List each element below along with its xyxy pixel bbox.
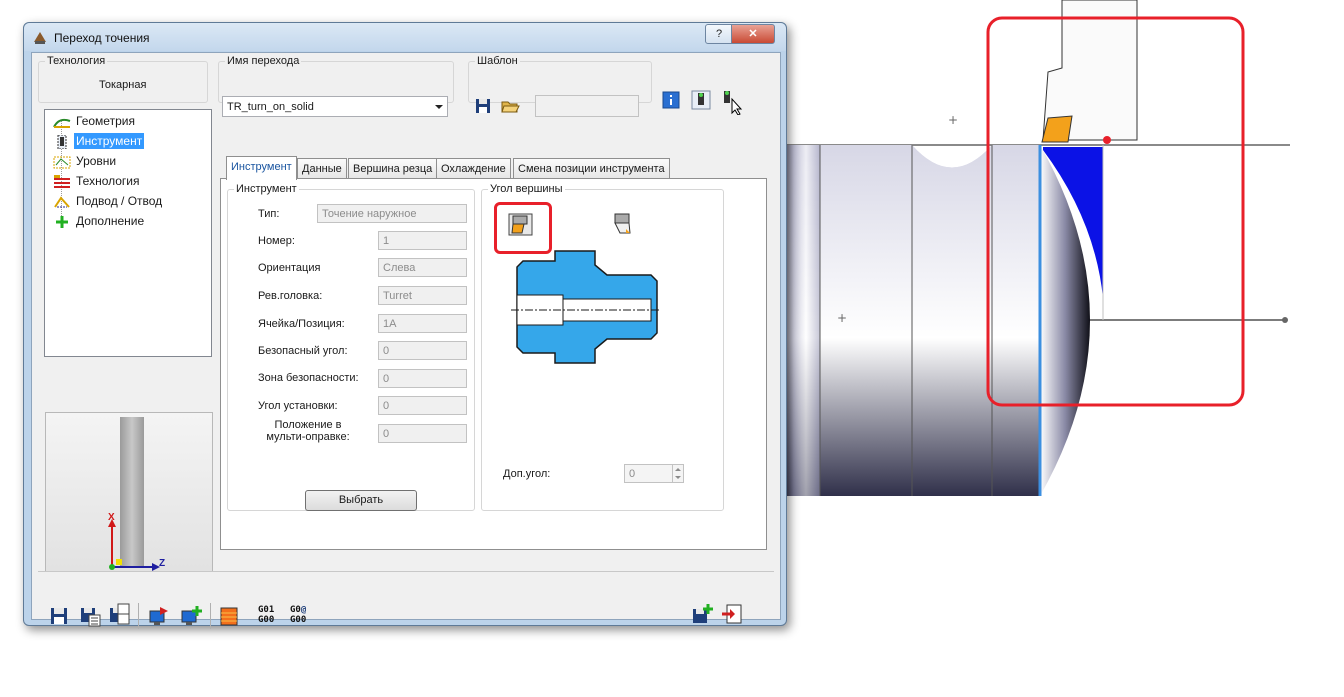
transition-name-legend: Имя перехода — [227, 55, 300, 67]
window-title: Переход точения — [54, 31, 150, 45]
select-tool-button[interactable]: Выбрать — [305, 490, 417, 511]
tool-icon — [53, 134, 71, 150]
tree-item-approach-retract[interactable]: Подвод / Отвод — [53, 192, 164, 210]
multi-holder-position-label: Положение в мульти-оправке: — [266, 419, 350, 443]
tree-item-tool[interactable]: Инструмент — [53, 132, 145, 150]
orientation-field[interactable]: Слева — [378, 258, 467, 277]
gcode-g0-g00-right[interactable]: G0@ G00 — [290, 605, 306, 625]
cell-position-field[interactable]: 1A — [378, 314, 467, 333]
tool-tip-point — [1103, 136, 1111, 144]
tool-tip-left-icon[interactable] — [508, 213, 534, 237]
app-icon — [34, 32, 46, 44]
svg-text:+: + — [837, 311, 847, 325]
multi-holder-position-field[interactable]: 0 — [378, 424, 467, 443]
type-field[interactable]: Точение наружное — [317, 204, 467, 223]
turning-transition-dialog: Переход точения ? ✕ Технология Токарная … — [23, 22, 787, 629]
dialog-client-area: Технология Токарная Имя перехода TR_turn… — [31, 52, 781, 629]
tree-item-technology[interactable]: Технология — [53, 172, 142, 190]
tree-item-geometry[interactable]: Геометрия — [53, 112, 137, 130]
save-as-icon[interactable] — [79, 605, 101, 627]
title-bar[interactable]: Переход точения ? ✕ — [24, 23, 786, 51]
info-icon[interactable] — [662, 91, 680, 109]
svg-text:+: + — [948, 113, 958, 127]
part-profile-diagram — [511, 250, 661, 364]
geometry-icon — [53, 115, 71, 129]
close-button[interactable]: ✕ — [731, 24, 775, 44]
tab-data[interactable]: Данные — [297, 158, 347, 179]
open-folder-icon[interactable] — [500, 97, 520, 115]
template-legend: Шаблон — [477, 55, 518, 67]
technology-legend: Технология — [47, 55, 106, 67]
mount-angle-label: Угол установки: — [258, 400, 338, 412]
transition-name-combo[interactable]: TR_turn_on_solid — [222, 96, 448, 117]
turret-field[interactable]: Turret — [378, 286, 467, 305]
transition-name-value: TR_turn_on_solid — [227, 101, 314, 113]
tool-library-icon[interactable] — [691, 90, 711, 110]
export-icon[interactable] — [148, 605, 170, 627]
tab-tool[interactable]: Инструмент — [226, 156, 297, 180]
arc-icon: @ — [300, 605, 307, 615]
number-field[interactable]: 1 — [378, 231, 467, 250]
gcode-g01-g00-left[interactable]: G01 G00 — [258, 605, 274, 625]
approach-retract-icon — [53, 195, 71, 209]
safety-zone-label: Зона безопасности: — [258, 372, 359, 384]
save-and-add-icon[interactable] — [691, 603, 713, 625]
axis-z-label: Z — [159, 558, 166, 569]
technology-value: Токарная — [99, 79, 147, 91]
tree-item-addition[interactable]: Дополнение — [53, 212, 146, 230]
tree-item-levels[interactable]: Уровни — [53, 152, 118, 170]
technology-group: Технология Токарная — [38, 55, 208, 103]
vertex-angle-legend: Угол вершины — [490, 183, 563, 195]
axis-x-label: X — [108, 512, 115, 523]
add-icon — [53, 215, 71, 229]
save-template-icon[interactable] — [474, 97, 492, 115]
turret-label: Рев.головка: — [258, 290, 323, 302]
tab-panel-tool: Инструмент Тип: Точение наружное Номер: … — [220, 178, 767, 550]
tool-pick-cursor-icon[interactable] — [720, 89, 744, 115]
safe-angle-label: Безопасный угол: — [258, 345, 348, 357]
technology-icon — [53, 174, 71, 189]
stock-icon[interactable] — [218, 605, 240, 627]
safety-zone-field[interactable]: 0 — [378, 369, 467, 388]
add-operation-icon[interactable] — [180, 605, 202, 627]
extra-angle-label: Доп.угол: — [503, 468, 551, 480]
number-label: Номер: — [258, 235, 295, 247]
tab-coolant[interactable]: Охлаждение — [436, 158, 511, 179]
tab-tool-change-position[interactable]: Смена позиции инструмента — [513, 158, 670, 179]
chevron-down-icon — [435, 105, 443, 109]
cell-position-label: Ячейка/Позиция: — [258, 318, 345, 330]
template-field[interactable] — [535, 95, 639, 117]
navigation-tree: Геометрия Инструмент Уровни Технология П… — [44, 109, 212, 357]
safe-angle-field[interactable]: 0 — [378, 341, 467, 360]
orientation-label: Ориентация — [258, 262, 321, 274]
exit-icon[interactable] — [721, 603, 743, 625]
tab-tool-tip[interactable]: Вершина резца — [348, 158, 438, 179]
save-all-icon[interactable] — [108, 603, 130, 625]
tool-group-legend: Инструмент — [236, 183, 297, 195]
levels-icon — [53, 155, 71, 169]
save-icon[interactable] — [48, 605, 70, 627]
tool-tip-right-icon[interactable] — [612, 213, 634, 237]
tool-preview: X Z — [45, 412, 213, 572]
help-button[interactable]: ? — [705, 24, 733, 44]
extra-angle-spinner[interactable] — [672, 465, 684, 482]
mount-angle-field[interactable]: 0 — [378, 396, 467, 415]
type-label: Тип: — [258, 208, 280, 220]
